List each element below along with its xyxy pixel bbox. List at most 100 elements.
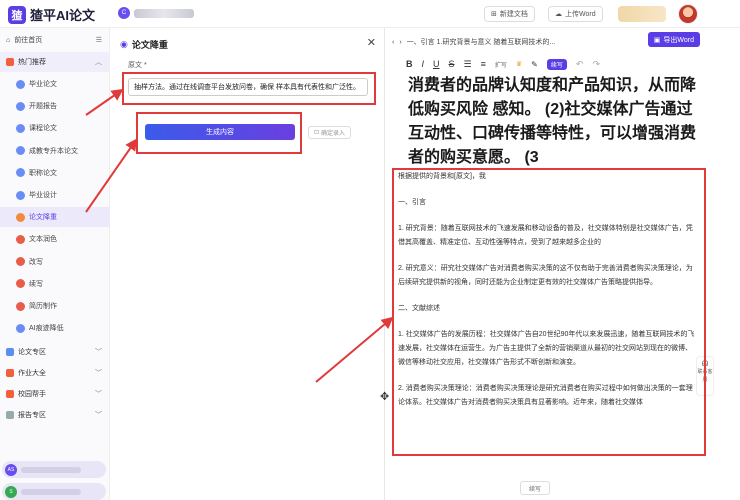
section-label: 校园帮手 [18, 391, 46, 398]
continue-tool[interactable]: 续写 [546, 58, 567, 70]
app-logo[interactable]: 猹 猹平AI论文 [8, 5, 95, 24]
body-paragraph: 2. 消费者购买决策理论：消费者购买决策理论是研究消费者在购买过程中如何做出决策… [398, 385, 693, 406]
sidebar-item[interactable]: 职称论文 [0, 163, 110, 183]
panel-title-text: 论文降重 [131, 40, 168, 50]
list-icon[interactable]: ☰ [464, 59, 472, 70]
sidebar-section-report[interactable]: 报告专区 ﹀ [0, 405, 110, 425]
home-icon: ⌂ [6, 36, 11, 44]
user-chip[interactable]: C [118, 7, 194, 19]
sidebar-item[interactable]: 续写 [0, 274, 110, 294]
export-word-button[interactable]: ▣ 导出Word [647, 32, 700, 47]
body-paragraph: 2. 研究意义：研究社交媒体广告对消费者购买决策的这不仅有助于完善消费者购买决策… [398, 265, 693, 286]
logo-mark-icon: 猹 [8, 5, 26, 24]
upload-word-label: 上传Word [565, 11, 596, 18]
panel-icon: ◉ [120, 39, 128, 49]
avatar[interactable] [678, 4, 698, 24]
sidebar-item[interactable]: 论文降重 [0, 207, 110, 228]
generate-button[interactable]: 生成内容 [145, 124, 295, 140]
sidebar-item-label: 续写 [29, 280, 43, 288]
body-paragraph: 二、文献综述 [398, 305, 440, 312]
section-label: 报告专区 [18, 412, 46, 419]
sidebar-section-campus[interactable]: 校园帮手 ﹀ [0, 384, 110, 404]
sidebar-item-icon [16, 212, 25, 222]
sidebar-item[interactable]: 简历制作 [0, 296, 110, 316]
align-icon[interactable]: ≡ [481, 59, 486, 69]
sidebar-item-label: 论文降重 [29, 214, 57, 222]
body-paragraph: 一、引言 [398, 199, 426, 206]
resize-handle-icon[interactable]: ✥ [380, 390, 389, 403]
breadcrumb: 一、引言 1.研究背景与意义 随着互联网技术的... [406, 39, 556, 46]
sidebar-section-paper[interactable]: 论文专区 ﹀ [0, 342, 110, 362]
chevron-down-icon: ﹀ [95, 349, 102, 356]
body-paragraph: 1. 社交媒体广告的发展历程：社交媒体广告自20世纪90年代以来发展迅速，随着互… [398, 331, 695, 366]
sidebar-item-icon [16, 101, 25, 111]
sidebar-item-label: 职称论文 [29, 169, 57, 177]
word-icon: ▣ [653, 36, 661, 44]
fire-icon [6, 58, 14, 66]
sidebar-item-icon [16, 234, 25, 244]
user-name-blurred [134, 8, 194, 18]
sidebar-back-home[interactable]: ⌂ 前往首页 ☰ [0, 30, 110, 50]
new-doc-icon: ⊞ [491, 11, 497, 18]
sidebar-item[interactable]: 课程论文 [0, 118, 110, 138]
upload-word-button[interactable]: ☁ 上传Word [548, 6, 603, 22]
sidebar-item-label: 简历制作 [29, 303, 57, 310]
sidebar-item-icon [16, 168, 25, 178]
generated-body: 根据提供的背景和[原文]，我 一、引言 1. 研究背景：随着互联网技术的飞速发展… [398, 170, 698, 422]
sidebar-item-label: 成教专升本论文 [29, 147, 78, 155]
undo-icon[interactable]: ↶ [576, 59, 584, 70]
support-float-button[interactable]: ☊ 联系客服 [696, 356, 714, 396]
chevron-down-icon: ﹀ [95, 412, 102, 419]
promo-blurred [21, 466, 81, 473]
sidebar-item-icon [16, 301, 25, 311]
rewrite-panel: ◉ 论文降重 ✕ 原文 * [110, 28, 385, 500]
sidebar-section-homework[interactable]: 作业大全 ﹀ [0, 363, 110, 383]
export-label: 导出Word [663, 36, 694, 44]
original-text-label: 原文 * [128, 62, 147, 69]
section-icon [6, 369, 14, 377]
back-label: 前往首页 [14, 37, 43, 44]
menu-toggle-icon[interactable]: ☰ [96, 36, 102, 44]
top-bar: 猹 猹平AI论文 C ⊞ 新建文档 ☁ 上传Word [0, 0, 740, 28]
back-chevron-icon[interactable]: ‹ [392, 39, 394, 46]
sidebar-item[interactable]: 改写 [0, 252, 110, 272]
sidebar-section-hot[interactable]: 热门推荐 ︿ [0, 52, 110, 72]
sidebar-item[interactable]: 毕业设计 [0, 185, 110, 205]
sidebar-promo-pill[interactable]: AS [2, 461, 106, 478]
body-paragraph: 根据提供的背景和[原文]，我 [398, 173, 486, 180]
promo-tag-icon: S [5, 485, 17, 498]
close-icon[interactable]: ✕ [367, 36, 376, 49]
new-doc-button[interactable]: ⊞ 新建文档 [484, 6, 535, 22]
panel-title: ◉ 论文降重 [120, 38, 168, 51]
support-label: 联系客服 [697, 369, 713, 383]
section-icon [6, 411, 14, 419]
forward-chevron-icon[interactable]: › [399, 39, 401, 46]
expand-tool[interactable]: 扩写 [495, 60, 507, 69]
section-label: 热门推荐 [18, 59, 46, 66]
sidebar-item[interactable]: 开题报告 [0, 96, 110, 116]
underline-button[interactable]: U [433, 59, 440, 69]
confirm-label: 确定录入 [321, 131, 346, 137]
continue-bottom-button[interactable]: 续写 [520, 481, 551, 495]
sidebar-item[interactable]: 毕业论文 [0, 74, 110, 94]
sidebar-item-icon [16, 146, 25, 156]
chevron-up-icon: ︿ [95, 59, 102, 66]
sidebar-item-label: 改写 [29, 258, 43, 266]
strikethrough-button[interactable]: S [449, 59, 455, 69]
user-tag-icon: C [118, 7, 130, 19]
confirm-insert-button[interactable]: ⊡ 确定录入 [308, 126, 352, 139]
bold-button[interactable]: B [406, 59, 413, 69]
section-icon [6, 348, 14, 356]
chevron-down-icon: ﹀ [95, 391, 102, 398]
sidebar-item[interactable]: 文本润色 [0, 229, 110, 249]
pen-icon[interactable]: ✎ [531, 60, 538, 69]
vip-badge-blurred[interactable] [618, 6, 666, 22]
original-text-input[interactable]: 抽样方法。通过在线调查平台发放问卷，确保 样本具有代表性和广泛性。 [128, 78, 368, 96]
redo-icon[interactable]: ↷ [592, 59, 600, 70]
sidebar-promo-pill-2[interactable]: S [2, 483, 106, 500]
sidebar-item[interactable]: 成教专升本论文 [0, 141, 110, 161]
sidebar-item[interactable]: AI痕迹降低 [0, 318, 110, 338]
promo-tag-icon: AS [5, 463, 17, 476]
sidebar-item-label: 文本润色 [29, 236, 57, 244]
italic-button[interactable]: I [422, 59, 425, 69]
